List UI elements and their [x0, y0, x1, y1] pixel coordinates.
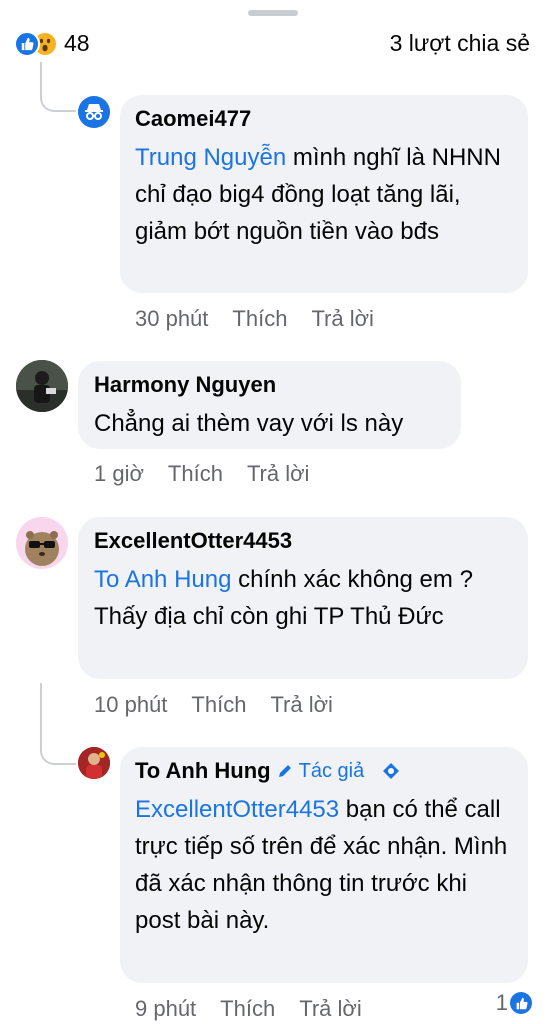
- comment-actions: 1 giờ Thích Trả lời: [94, 461, 333, 487]
- pencil-icon: [277, 763, 293, 779]
- comment-text: ExcellentOtter4453 bạn có thể call trực …: [135, 791, 510, 939]
- comment-bubble[interactable]: ExcellentOtter4453 To Anh Hung chính xác…: [78, 517, 528, 679]
- comment-time[interactable]: 30 phút: [135, 306, 208, 331]
- user-avatar[interactable]: [78, 747, 110, 779]
- reaction-count[interactable]: 48: [64, 30, 90, 57]
- like-button[interactable]: Thích: [168, 461, 223, 486]
- reply-button[interactable]: Trả lời: [270, 692, 333, 717]
- reply-button[interactable]: Trả lời: [311, 306, 374, 331]
- otter-avatar-icon[interactable]: [16, 517, 68, 569]
- comment-author[interactable]: To Anh Hung: [135, 758, 271, 784]
- drag-handle[interactable]: [248, 10, 298, 16]
- comment-reaction-count: 1: [495, 990, 508, 1015]
- comment-time[interactable]: 10 phút: [94, 692, 167, 717]
- mention-link[interactable]: To Anh Hung: [94, 566, 231, 593]
- comment-author[interactable]: Harmony Nguyen: [94, 372, 276, 398]
- comment-author[interactable]: ExcellentOtter4453: [94, 528, 292, 554]
- comment-actions: 10 phút Thích Trả lời: [94, 692, 357, 718]
- comment-reactions[interactable]: 1: [496, 990, 532, 1016]
- comment-actions: 9 phút Thích Trả lời: [135, 996, 386, 1022]
- user-avatar[interactable]: [16, 360, 68, 412]
- reply-thread-line: [40, 62, 76, 112]
- top-fan-badge-icon: [382, 762, 400, 780]
- reply-thread-line: [40, 683, 76, 765]
- mention-link[interactable]: ExcellentOtter4453: [135, 796, 339, 823]
- like-button[interactable]: Thích: [191, 692, 246, 717]
- like-reaction-icon: [14, 31, 40, 57]
- reply-button[interactable]: Trả lời: [247, 461, 310, 486]
- anonymous-avatar-icon[interactable]: [78, 96, 110, 128]
- like-button[interactable]: Thích: [220, 996, 275, 1021]
- comment-time[interactable]: 9 phút: [135, 996, 196, 1021]
- like-button[interactable]: Thích: [232, 306, 287, 331]
- comment-header: To Anh Hung Tác giả: [135, 758, 400, 784]
- reply-button[interactable]: Trả lời: [299, 996, 362, 1021]
- share-count[interactable]: 3 lượt chia sẻ: [390, 30, 530, 57]
- like-reaction-icon: [510, 992, 532, 1014]
- comment-time[interactable]: 1 giờ: [94, 461, 144, 486]
- comment-bubble[interactable]: To Anh Hung Tác giả ExcellentOtter4453 b…: [120, 747, 528, 983]
- comment-bubble[interactable]: Caomei477 Trung Nguyễn mình nghĩ là NHNN…: [120, 95, 528, 293]
- mention-link[interactable]: Trung Nguyễn: [135, 144, 286, 171]
- comment-actions: 30 phút Thích Trả lời: [135, 306, 398, 332]
- comment-text: Chẳng ai thèm vay với ls này: [94, 410, 404, 437]
- comment-text: To Anh Hung chính xác không em ? Thấy đị…: [94, 561, 504, 635]
- comment-text: Trung Nguyễn mình nghĩ là NHNN chỉ đạo b…: [135, 139, 515, 250]
- comment-author[interactable]: Caomei477: [135, 106, 251, 132]
- author-badge: Tác giả: [298, 759, 365, 782]
- comment-bubble[interactable]: Harmony Nguyen Chẳng ai thèm vay với ls …: [78, 361, 461, 449]
